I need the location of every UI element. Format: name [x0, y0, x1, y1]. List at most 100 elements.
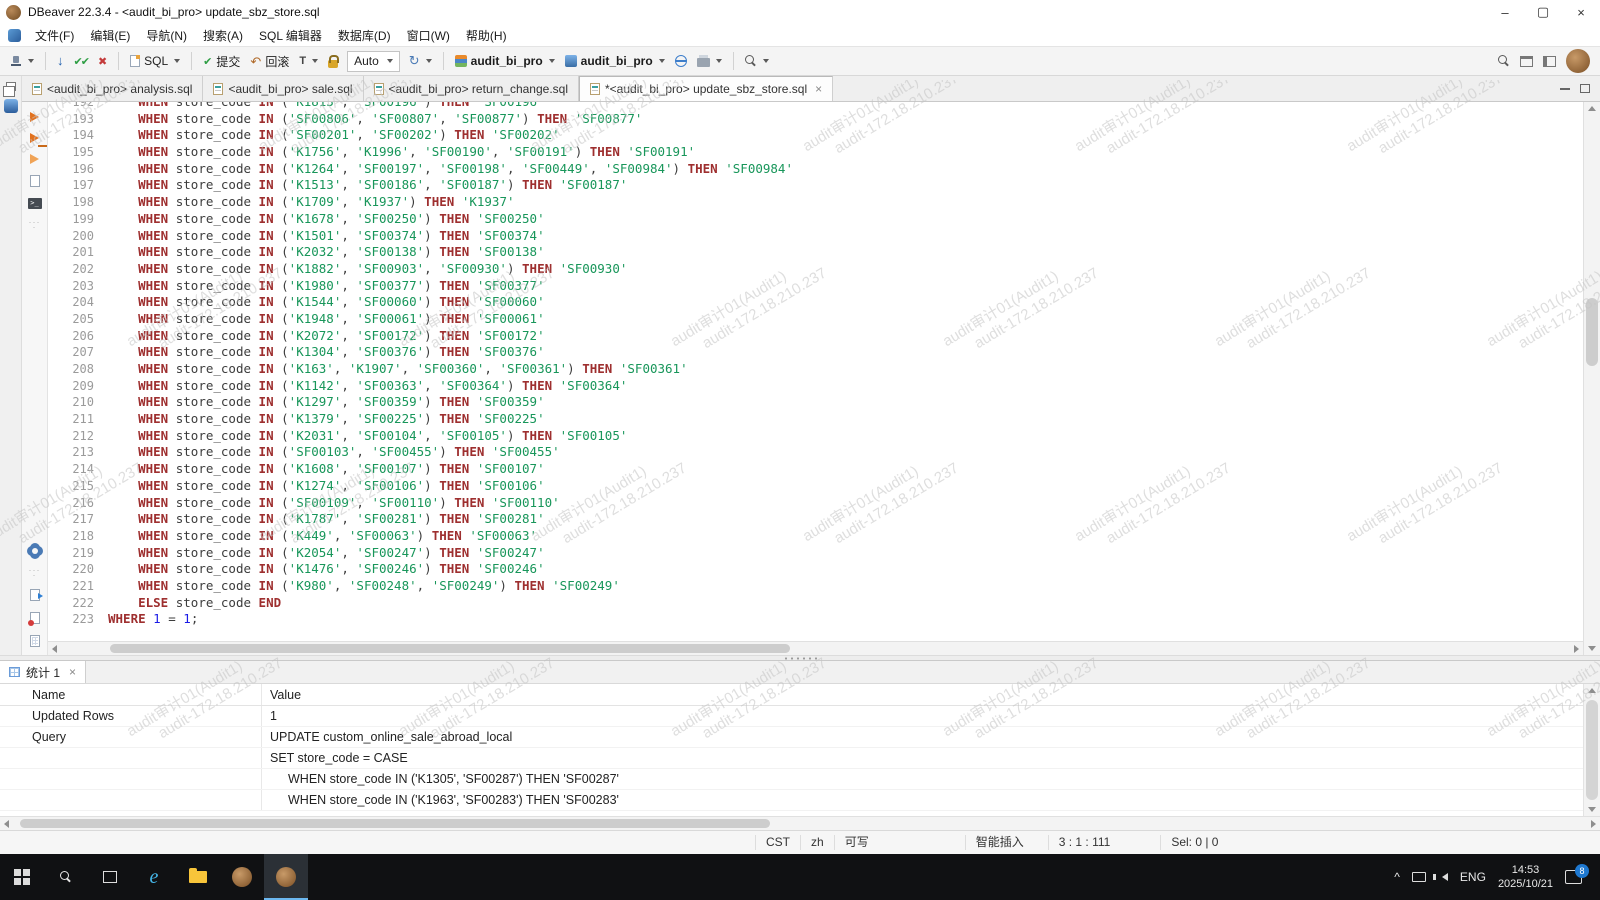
results-table-header: Name Value [0, 684, 1600, 706]
settings-gear-icon[interactable] [29, 545, 41, 557]
taskbar-search-button[interactable] [44, 854, 88, 900]
explain-plan-icon[interactable] [30, 175, 40, 187]
autocommit-select[interactable]: Auto [347, 51, 400, 72]
scroll-up-icon[interactable] [1588, 688, 1596, 693]
action-center-icon[interactable]: 8 [1565, 870, 1582, 884]
database-name: audit_bi_pro [471, 54, 543, 68]
editor-tab[interactable]: <audit_bi_pro> analysis.sql [22, 76, 203, 101]
sql-console-icon[interactable]: >_ [28, 198, 42, 209]
transaction-mode-button[interactable]: T [295, 52, 322, 70]
execute-script-icon[interactable] [30, 133, 39, 143]
menu-item[interactable]: 搜索(A) [195, 25, 251, 46]
scroll-left-icon[interactable] [52, 645, 57, 653]
tray-volume-icon[interactable] [1442, 873, 1448, 881]
table-row[interactable]: QueryUPDATE custom_online_sale_abroad_lo… [0, 727, 1600, 748]
validate-button[interactable]: ✔✔ [70, 52, 92, 71]
menu-item[interactable]: 编辑(E) [82, 25, 138, 46]
new-connection-button[interactable] [6, 52, 38, 71]
save-file-icon[interactable] [30, 612, 40, 624]
menu-item[interactable]: 文件(F) [27, 25, 82, 46]
fetch-button[interactable]: ↓ [53, 52, 68, 70]
scroll-right-icon[interactable] [1591, 820, 1596, 828]
editor-horizontal-scrollbar[interactable] [48, 641, 1583, 655]
results-tab-close-icon[interactable]: × [69, 665, 76, 679]
rollback-button[interactable]: ↶回滚 [246, 50, 293, 73]
transaction-log-button[interactable]: ↻ [405, 52, 436, 70]
minimize-view-icon[interactable] [1520, 56, 1533, 67]
main-toolbar: ↓ ✔✔ ✖ SQL ✔提交 ↶回滚 T Auto ↻ audit_bi_pro… [0, 46, 1600, 76]
minimize-button[interactable]: – [1486, 0, 1524, 24]
scrollbar-thumb[interactable] [1586, 700, 1598, 800]
column-header-value[interactable]: Value [262, 684, 1600, 705]
quick-access-search-icon[interactable] [1498, 55, 1510, 67]
table-row[interactable]: WHEN store_code IN ('K1305', 'SF00287') … [0, 769, 1600, 790]
open-spreadsheet-icon[interactable] [30, 635, 40, 647]
scroll-up-icon[interactable] [1588, 106, 1596, 111]
export-data-icon[interactable] [30, 589, 40, 601]
table-row[interactable]: WHEN store_code IN ('K1963', 'SF00283') … [0, 790, 1600, 811]
cancel-execution-button[interactable]: ✖ [94, 52, 111, 71]
menu-item[interactable]: 帮助(H) [458, 25, 515, 46]
tab-close-icon[interactable]: × [815, 82, 822, 96]
network-profile-button[interactable] [671, 52, 691, 70]
table-row[interactable]: SET store_code = CASE [0, 748, 1600, 769]
scroll-right-icon[interactable] [1574, 645, 1579, 653]
scrollbar-thumb[interactable] [110, 644, 790, 653]
column-header-name[interactable]: Name [0, 684, 262, 705]
database-navigator-icon[interactable] [4, 99, 18, 113]
line-number: 195 [48, 144, 104, 161]
tray-chevron-icon[interactable]: ^ [1394, 870, 1400, 884]
results-rows: Updated Rows1QueryUPDATE custom_online_s… [0, 706, 1600, 811]
status-caret-position[interactable]: 3 : 1 : 111 [1048, 835, 1121, 850]
task-view-button[interactable] [88, 854, 132, 900]
lock-button[interactable] [324, 52, 342, 71]
scroll-down-icon[interactable] [1588, 807, 1596, 812]
status-insert-mode[interactable]: 智能插入 [965, 835, 1034, 850]
close-button[interactable]: × [1562, 0, 1600, 24]
execute-statement-icon[interactable] [30, 112, 39, 122]
code-line: 199 WHEN store_code IN ('K1678', 'SF0025… [48, 211, 1583, 228]
results-vertical-scrollbar[interactable] [1583, 684, 1600, 816]
menu-item[interactable]: SQL 编辑器 [251, 25, 330, 46]
scrollbar-thumb[interactable] [20, 819, 770, 828]
editor-vertical-scrollbar[interactable] [1583, 102, 1600, 655]
editor-tab[interactable]: <audit_bi_pro> return_change.sql [364, 76, 579, 101]
ie-browser-button[interactable]: e [132, 854, 176, 900]
dbeaver-taskbar-button[interactable] [220, 854, 264, 900]
line-number: 211 [48, 411, 104, 428]
tray-display-icon[interactable] [1412, 872, 1426, 882]
tray-language[interactable]: ENG [1460, 870, 1486, 884]
editor-tab[interactable]: *<audit_bi_pro> update_sbz_store.sql× [579, 76, 833, 101]
schema-select[interactable]: audit_bi_pro [561, 51, 669, 71]
results-horizontal-scrollbar[interactable] [0, 816, 1600, 830]
commit-button[interactable]: ✔提交 [199, 50, 244, 73]
maximize-button[interactable]: ▢ [1524, 0, 1562, 24]
menu-item[interactable]: 窗口(W) [399, 25, 458, 46]
status-language[interactable]: zh [800, 835, 834, 850]
editor-layout-icon[interactable] [1543, 56, 1556, 67]
scroll-left-icon[interactable] [4, 820, 9, 828]
scroll-down-icon[interactable] [1588, 646, 1596, 651]
menu-item[interactable]: 导航(N) [138, 25, 195, 46]
tray-clock[interactable]: 14:53 2025/10/21 [1498, 863, 1553, 891]
file-explorer-button[interactable] [176, 854, 220, 900]
execute-new-tab-icon[interactable] [30, 154, 39, 164]
restore-panel-icon[interactable] [6, 82, 16, 91]
menu-item[interactable]: 数据库(D) [330, 25, 399, 46]
start-button[interactable] [0, 854, 44, 900]
editor-tab[interactable]: <audit_bi_pro> sale.sql [203, 76, 363, 101]
status-timezone[interactable]: CST [755, 835, 800, 850]
tab-statistics[interactable]: 统计 1 × [0, 661, 86, 683]
search-button[interactable] [741, 52, 773, 70]
maximize-editor-icon[interactable] [1580, 84, 1590, 93]
dbeaver-active-taskbar-button[interactable] [264, 854, 308, 900]
sql-editor[interactable]: 192 WHEN store_code IN ('K1813', 'SF0019… [48, 102, 1583, 641]
print-button[interactable] [693, 52, 726, 70]
line-number: 199 [48, 211, 104, 228]
cell-value: WHEN store_code IN ('K1963', 'SF00283') … [262, 790, 1600, 810]
minimize-editor-icon[interactable] [1560, 88, 1570, 90]
database-select[interactable]: audit_bi_pro [451, 51, 559, 71]
scrollbar-thumb[interactable] [1586, 298, 1598, 366]
sql-editor-button[interactable]: SQL [126, 51, 184, 71]
table-row[interactable]: Updated Rows1 [0, 706, 1600, 727]
